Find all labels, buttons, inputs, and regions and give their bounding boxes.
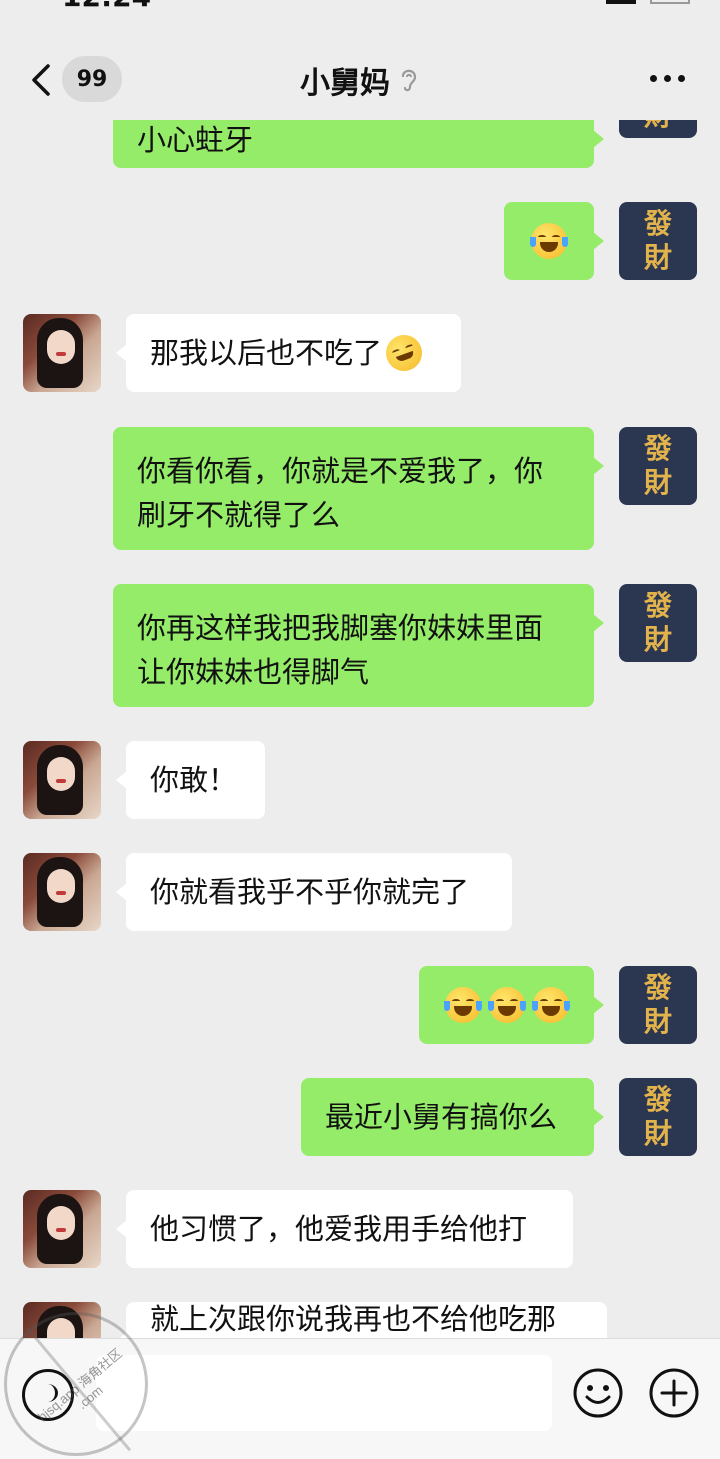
message-text: 小心蛀牙 — [137, 123, 254, 157]
avatar-glyph: 發 — [643, 971, 672, 1004]
message-input[interactable] — [96, 1355, 552, 1431]
my-avatar[interactable]: 發 財 — [619, 427, 697, 505]
message-bubble-sent[interactable]: 最近小舅有搞你么 — [301, 1078, 604, 1156]
avatar-glyph: 財 — [643, 241, 672, 274]
message-bubble-received[interactable]: 你敢！ — [116, 741, 265, 819]
contact-avatar[interactable] — [23, 1190, 101, 1268]
status-time: 12:24 — [62, 0, 151, 13]
message-text: 你就看我乎不乎你就完了 — [150, 875, 470, 909]
message-bubble-received[interactable]: 你就看我乎不乎你就完了 — [116, 853, 512, 931]
my-avatar[interactable]: 發 財 — [619, 120, 697, 138]
chat-message-list[interactable]: 小心蛀牙 發 財 發 財 那我以后也不吃了 你看你看，你就是不爱我了，你 刷牙不… — [0, 120, 720, 1338]
avatar-glyph: 發 — [643, 589, 672, 622]
page-title: 小舅妈 — [0, 58, 720, 102]
my-avatar[interactable]: 發 財 — [619, 584, 697, 662]
message-bubble-sent[interactable]: 你再这样我把我脚塞你妹妹里面 让你妹妹也得脚气 — [113, 584, 604, 707]
avatar-glyph: 發 — [643, 207, 672, 240]
laughing-crying-emoji-icon — [531, 987, 570, 1023]
dot-icon — [664, 74, 671, 82]
message-text: 你再这样我把我脚塞你妹妹里面 — [137, 611, 544, 645]
avatar-glyph: 發 — [643, 1083, 672, 1116]
message-bubble-sent[interactable] — [419, 966, 604, 1044]
voice-input-button[interactable] — [22, 1369, 74, 1421]
message-text: 最近小舅有搞你么 — [325, 1100, 558, 1134]
my-avatar[interactable]: 發 財 — [619, 202, 697, 280]
laughing-crying-emoji-icon — [443, 987, 482, 1023]
dot-icon — [678, 74, 685, 82]
more-options-button[interactable] — [650, 68, 690, 88]
avatar-glyph: 財 — [644, 120, 672, 133]
message-bubble-sent[interactable]: 你看你看，你就是不爱我了，你 刷牙不就得了么 — [113, 427, 604, 550]
message-text: 那我以后也不吃了 — [150, 336, 383, 370]
avatar-glyph: 發 — [643, 432, 672, 465]
contact-avatar[interactable] — [23, 853, 101, 931]
message-text: 你敢！ — [150, 763, 238, 797]
my-avatar[interactable]: 發 財 — [619, 1078, 697, 1156]
battery-icon — [650, 0, 690, 4]
message-text: 让你妹妹也得脚气 — [137, 655, 370, 689]
contact-avatar[interactable] — [23, 314, 101, 392]
message-text: 他习惯了，他爱我用手给他打 — [150, 1212, 528, 1246]
add-more-icon[interactable] — [648, 1367, 700, 1419]
my-avatar[interactable]: 發 財 — [619, 966, 697, 1044]
laughing-crying-emoji-icon — [487, 987, 526, 1023]
avatar-glyph: 財 — [643, 466, 672, 499]
dot-icon — [650, 74, 657, 82]
message-bubble-sent[interactable] — [504, 202, 604, 280]
status-icons — [606, 0, 690, 4]
contact-avatar[interactable] — [23, 1302, 101, 1338]
avatar-glyph: 財 — [643, 1005, 672, 1038]
message-bubble-sent[interactable]: 小心蛀牙 — [113, 120, 604, 168]
contact-avatar[interactable] — [23, 741, 101, 819]
emoji-picker-icon[interactable] — [572, 1367, 624, 1419]
message-text: 就上次跟你说我再也不给他吃那什么 — [150, 1302, 557, 1336]
chat-input-bar — [0, 1338, 720, 1459]
message-bubble-received[interactable]: 那我以后也不吃了 — [116, 314, 461, 392]
message-bubble-received[interactable]: 他习惯了，他爱我用手给他打 — [116, 1190, 573, 1268]
chat-header: 99 小舅妈 — [0, 38, 720, 120]
contact-name: 小舅妈 — [300, 66, 390, 101]
status-bar: 12:24 — [0, 0, 720, 14]
message-text: 刷牙不就得了么 — [137, 498, 341, 532]
message-bubble-received[interactable]: 就上次跟你说我再也不给他吃那什么 — [116, 1302, 607, 1338]
avatar-glyph: 財 — [643, 623, 672, 656]
avatar-glyph: 財 — [643, 1117, 672, 1150]
signal-icon — [606, 0, 636, 4]
wink-emoji-icon — [380, 329, 428, 377]
ear-icon — [401, 69, 417, 92]
laughing-crying-emoji-icon — [530, 223, 568, 259]
message-text: 你看你看，你就是不爱我了，你 — [137, 454, 544, 488]
